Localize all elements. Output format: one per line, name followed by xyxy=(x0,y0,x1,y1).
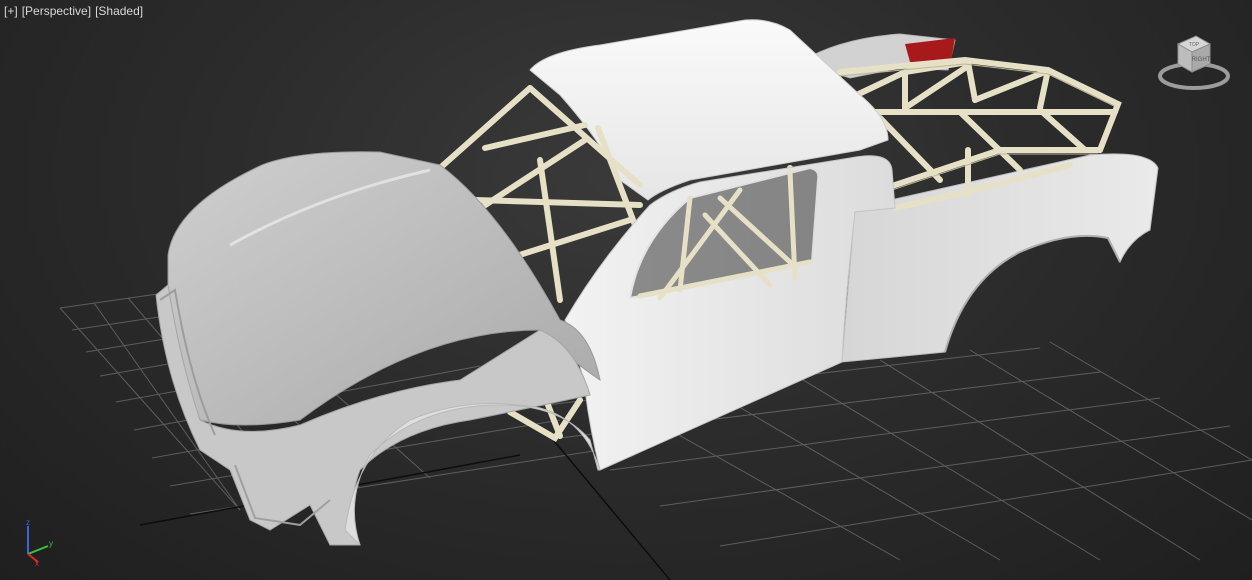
shading-viewport-menu[interactable]: [Shaded] xyxy=(95,4,143,18)
viewcube-widget[interactable]: RIGHT TOP xyxy=(1156,30,1232,96)
viewport-label-menu: [+] [Perspective] [Shaded] xyxy=(4,4,143,18)
general-viewport-menu[interactable]: [+] xyxy=(4,4,18,18)
z-axis-label: z xyxy=(26,518,30,527)
axis-tripod: z y x xyxy=(18,518,58,568)
perspective-viewport[interactable]: [+] [Perspective] [Shaded] RIGHT TOP z y… xyxy=(0,0,1252,580)
scene-canvas[interactable] xyxy=(0,0,1252,580)
y-axis-line xyxy=(27,545,49,555)
viewcube-top-label: TOP xyxy=(1189,42,1200,48)
y-axis-label: y xyxy=(49,539,53,548)
viewcube-face-label: RIGHT xyxy=(1192,57,1211,63)
x-axis-label: x xyxy=(35,559,39,566)
point-of-view-menu[interactable]: [Perspective] xyxy=(22,4,91,18)
